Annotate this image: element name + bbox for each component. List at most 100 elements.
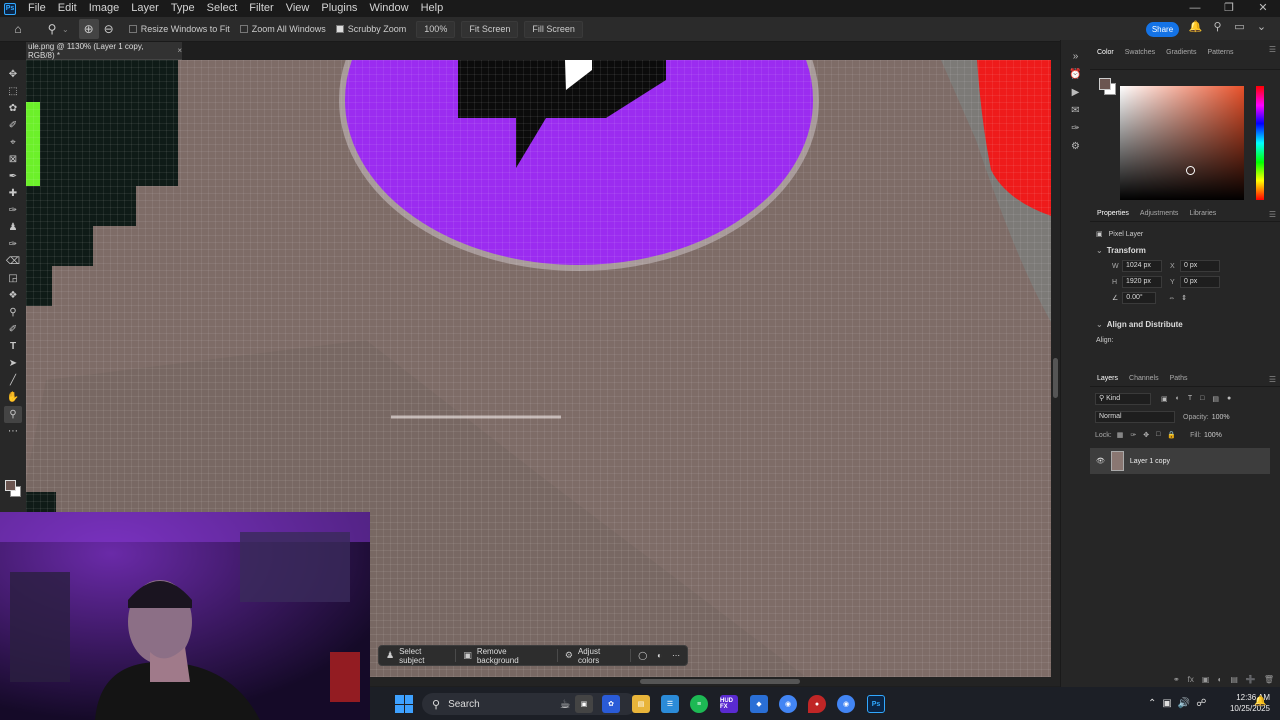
- tab-properties[interactable]: Properties: [1093, 210, 1136, 221]
- menu-image[interactable]: Image: [83, 0, 126, 17]
- flip-horizontal-icon[interactable]: ⇔: [1168, 295, 1175, 302]
- eraser-tool-icon[interactable]: ⌫: [4, 253, 22, 270]
- lasso-tool-icon[interactable]: ✿: [4, 100, 22, 117]
- horizontal-scrollbar[interactable]: [370, 677, 1060, 686]
- y-field[interactable]: 0 px: [1180, 276, 1220, 288]
- filter-type-icon[interactable]: T: [1188, 395, 1192, 403]
- chevron-up-icon[interactable]: ⌃: [1148, 698, 1156, 709]
- crop-tool-icon[interactable]: ⌖: [4, 134, 22, 151]
- frame-tool-icon[interactable]: ⊠: [4, 151, 22, 168]
- filter-adjustment-icon[interactable]: ◐: [1176, 395, 1180, 403]
- angle-field[interactable]: 0.00°: [1122, 292, 1157, 304]
- tab-libraries[interactable]: Libraries: [1185, 210, 1223, 221]
- foreground-color-swatch[interactable]: [5, 480, 16, 491]
- layer-name[interactable]: Layer 1 copy: [1130, 458, 1170, 465]
- scroll-thumb[interactable]: [640, 679, 800, 684]
- mask-icon[interactable]: ◐: [654, 646, 665, 665]
- width-field[interactable]: 1024 px: [1122, 260, 1162, 272]
- more-tools-icon[interactable]: ⋯: [4, 423, 22, 440]
- photoshop-icon[interactable]: Ps: [867, 695, 885, 713]
- share-button[interactable]: Share: [1146, 22, 1179, 37]
- zoom-100-button[interactable]: 100%: [416, 20, 456, 38]
- new-group-icon[interactable]: ▤: [1230, 675, 1238, 684]
- adjustments-icon[interactable]: ⚙: [1068, 141, 1084, 157]
- chrome-profile-icon[interactable]: ◉: [837, 695, 855, 713]
- panel-menu-icon[interactable]: ☰: [1269, 210, 1276, 219]
- tab-patterns[interactable]: Patterns: [1203, 49, 1240, 60]
- dodge-tool-icon[interactable]: ⚲: [4, 304, 22, 321]
- collapse-panels-icon[interactable]: »: [1068, 51, 1084, 67]
- fit-screen-button[interactable]: Fit Screen: [461, 20, 519, 38]
- blend-mode-select[interactable]: Normal: [1095, 411, 1175, 423]
- task-view-icon[interactable]: ▣: [575, 695, 593, 713]
- restore-icon[interactable]: ❐: [1212, 0, 1246, 17]
- line-tool-icon[interactable]: ╱: [4, 372, 22, 389]
- zoom-tool-icon[interactable]: ⚲: [4, 406, 22, 423]
- healing-brush-tool-icon[interactable]: ✚: [4, 185, 22, 202]
- hue-slider[interactable]: [1256, 86, 1264, 200]
- link-layers-icon[interactable]: ⚭: [1173, 675, 1180, 684]
- volume-icon[interactable]: 🔊: [1178, 698, 1190, 709]
- layer-filter-select[interactable]: ⚲ Kind: [1095, 393, 1151, 405]
- spotify-icon[interactable]: ≡: [690, 695, 708, 713]
- zoom-all-windows-checkbox[interactable]: Zoom All Windows: [239, 24, 326, 34]
- paint-bucket-tool-icon[interactable]: ◲: [4, 270, 22, 287]
- hand-tool-icon[interactable]: ✋: [4, 389, 22, 406]
- scroll-thumb[interactable]: [1053, 358, 1058, 398]
- workspace-icon[interactable]: ▭: [1230, 20, 1249, 33]
- fill-field[interactable]: 100%: [1204, 432, 1222, 439]
- windows-start-icon[interactable]: [395, 695, 413, 713]
- select-subject-button[interactable]: ♟ Select subject: [379, 646, 455, 665]
- delete-layer-icon[interactable]: 🗑: [1264, 675, 1274, 684]
- tab-swatches[interactable]: Swatches: [1121, 49, 1162, 60]
- menu-filter[interactable]: Filter: [243, 0, 279, 17]
- file-explorer-icon[interactable]: ▤: [632, 695, 650, 713]
- menu-window[interactable]: Window: [363, 0, 414, 17]
- menu-help[interactable]: Help: [415, 0, 450, 17]
- zoom-out-icon[interactable]: ⊖: [99, 19, 119, 39]
- eyedropper-tool-icon[interactable]: ✒: [4, 168, 22, 185]
- chrome-icon[interactable]: ◉: [779, 695, 797, 713]
- vscode-icon[interactable]: ◆: [750, 695, 768, 713]
- notepad-icon[interactable]: ☰: [661, 695, 679, 713]
- chevron-down-icon[interactable]: ⌄: [62, 25, 69, 34]
- chevron-down-icon[interactable]: ⌄: [1096, 320, 1103, 329]
- height-field[interactable]: 1920 px: [1122, 276, 1162, 288]
- color-picker-field[interactable]: [1120, 86, 1244, 200]
- chevron-down-icon[interactable]: ⌄: [1252, 20, 1271, 33]
- lock-all-icon[interactable]: 🔒: [1167, 431, 1176, 439]
- display-icon[interactable]: ▣: [1162, 698, 1171, 709]
- eye-icon[interactable]: 👁: [1096, 457, 1105, 465]
- zoom-in-icon[interactable]: ⊕: [78, 19, 99, 39]
- menu-layer[interactable]: Layer: [125, 0, 165, 17]
- add-mask-icon[interactable]: ▣: [1202, 675, 1210, 684]
- panel-menu-icon[interactable]: ☰: [1269, 45, 1276, 54]
- brush-tool-icon[interactable]: ✑: [4, 202, 22, 219]
- network-icon[interactable]: ☍: [1196, 698, 1206, 709]
- tab-paths[interactable]: Paths: [1166, 375, 1195, 386]
- tab-layers[interactable]: Layers: [1093, 375, 1125, 386]
- brush-settings-icon[interactable]: ✑: [1068, 123, 1084, 139]
- more-options-icon[interactable]: ⋯: [665, 646, 687, 665]
- lock-position-icon[interactable]: ✥: [1143, 431, 1149, 439]
- pen-tool-icon[interactable]: ✐: [4, 321, 22, 338]
- flip-vertical-icon[interactable]: ⇕: [1181, 294, 1187, 302]
- notifications-icon[interactable]: 🔔: [1186, 20, 1205, 33]
- menu-type[interactable]: Type: [165, 0, 201, 17]
- tab-color[interactable]: Color: [1093, 49, 1121, 60]
- move-tool-icon[interactable]: ✥: [4, 66, 22, 83]
- copilot-icon[interactable]: ✿: [602, 695, 620, 713]
- filter-smart-object-icon[interactable]: ▤: [1212, 395, 1219, 403]
- clone-stamp-tool-icon[interactable]: ♟: [4, 219, 22, 236]
- menu-plugins[interactable]: Plugins: [315, 0, 363, 17]
- filter-pixel-icon[interactable]: ▣: [1161, 395, 1168, 403]
- resize-windows-checkbox[interactable]: Resize Windows to Fit: [128, 24, 230, 34]
- menu-select[interactable]: Select: [201, 0, 244, 17]
- transform-icon[interactable]: ◯: [631, 646, 654, 665]
- actions-icon[interactable]: ▶: [1068, 87, 1084, 103]
- search-icon[interactable]: ⚲: [1208, 20, 1227, 33]
- lock-artboard-icon[interactable]: □: [1156, 431, 1160, 439]
- menu-file[interactable]: File: [22, 0, 52, 17]
- panel-menu-icon[interactable]: ☰: [1269, 375, 1276, 384]
- menu-view[interactable]: View: [280, 0, 316, 17]
